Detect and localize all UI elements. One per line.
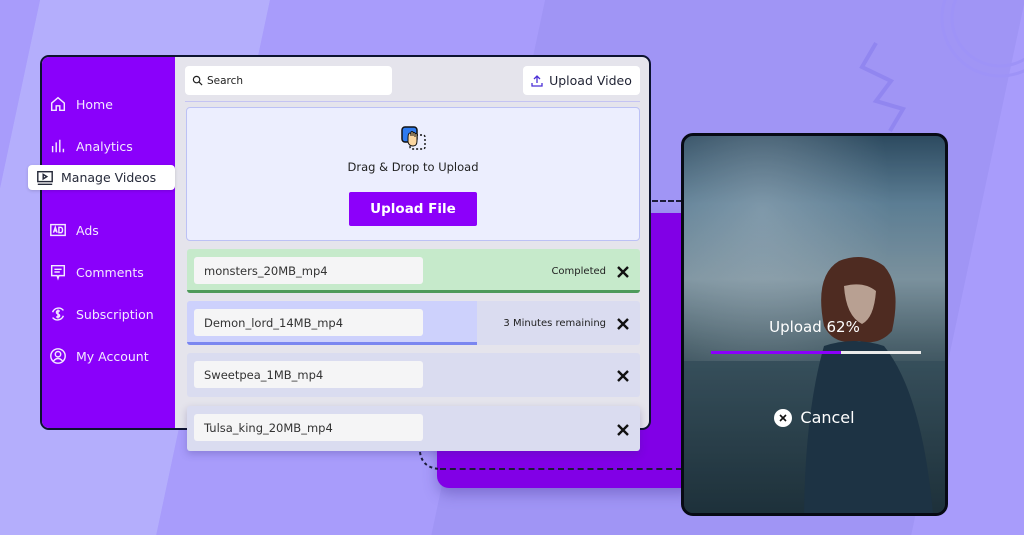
upload-progress-bar [711, 351, 921, 354]
close-icon [617, 318, 629, 330]
comment-icon [48, 262, 68, 282]
sidebar-item-analytics[interactable]: Analytics [42, 125, 175, 167]
account-icon [48, 346, 68, 366]
close-icon [617, 370, 629, 382]
file-name: Sweetpea_1MB_mp4 [194, 361, 423, 388]
cancel-label: Cancel [800, 408, 855, 427]
upload-percent-label: Upload 62% [769, 318, 860, 336]
sidebar-item-my-account[interactable]: My Account [42, 335, 175, 377]
remove-file-button[interactable] [616, 316, 630, 330]
file-name: monsters_20MB_mp4 [194, 257, 423, 284]
remove-file-button[interactable] [616, 422, 630, 436]
upload-icon [531, 74, 543, 87]
search-placeholder: Search [207, 74, 244, 87]
sidebar-item-label: My Account [76, 348, 149, 364]
close-icon [617, 423, 629, 436]
sidebar-item-label: Home [76, 96, 113, 112]
sidebar-item-label: Subscription [76, 306, 154, 322]
sidebar-item-comments[interactable]: Comments [42, 251, 175, 293]
progress-bar [187, 342, 477, 345]
drop-zone[interactable]: Drag & Drop to Upload Upload File [186, 107, 640, 241]
video-icon [37, 170, 53, 185]
file-row: Sweetpea_1MB_mp4 [187, 353, 640, 397]
sidebar: Home Analytics Ads Comments Subscription… [42, 57, 175, 428]
sidebar-item-ads[interactable]: Ads [42, 209, 175, 251]
search-icon [192, 75, 203, 86]
file-name: Tulsa_king_20MB_mp4 [194, 414, 423, 441]
file-row: monsters_20MB_mp4 Completed [187, 249, 640, 293]
close-icon [617, 266, 629, 278]
ads-icon [48, 220, 68, 240]
cancel-icon [774, 408, 793, 427]
cancel-upload-button[interactable]: Cancel [684, 408, 945, 427]
sidebar-item-subscription[interactable]: Subscription [42, 293, 175, 335]
divider [185, 101, 640, 102]
sidebar-item-label: Manage Videos [61, 170, 157, 185]
sidebar-item-label: Comments [76, 264, 144, 280]
upload-video-button[interactable]: Upload Video [523, 66, 640, 95]
sidebar-item-label: Analytics [76, 138, 133, 154]
upload-progress-fill [711, 351, 842, 354]
analytics-icon [48, 136, 68, 156]
file-row: Demon_lord_14MB_mp4 3 Minutes remaining [187, 301, 640, 345]
status-text: 3 Minutes remaining [503, 317, 606, 329]
sidebar-item-manage-videos[interactable]: Manage Videos [28, 165, 175, 190]
file-name: Demon_lord_14MB_mp4 [194, 309, 423, 336]
status-text: Completed [551, 265, 606, 277]
remove-file-button[interactable] [616, 368, 630, 382]
subscription-icon [48, 304, 68, 324]
drag-hand-icon [401, 126, 426, 150]
sidebar-item-label: Ads [76, 222, 99, 238]
upload-preview-card: Upload 62% Cancel [681, 133, 948, 516]
upload-video-label: Upload Video [549, 73, 632, 88]
home-icon [48, 94, 68, 114]
drop-zone-text: Drag & Drop to Upload [347, 160, 479, 174]
search-input[interactable]: Search [185, 66, 392, 95]
upload-file-button[interactable]: Upload File [349, 192, 477, 226]
file-row: Tulsa_king_20MB_mp4 [187, 406, 640, 451]
remove-file-button[interactable] [616, 264, 630, 278]
sidebar-item-home[interactable]: Home [42, 83, 175, 125]
